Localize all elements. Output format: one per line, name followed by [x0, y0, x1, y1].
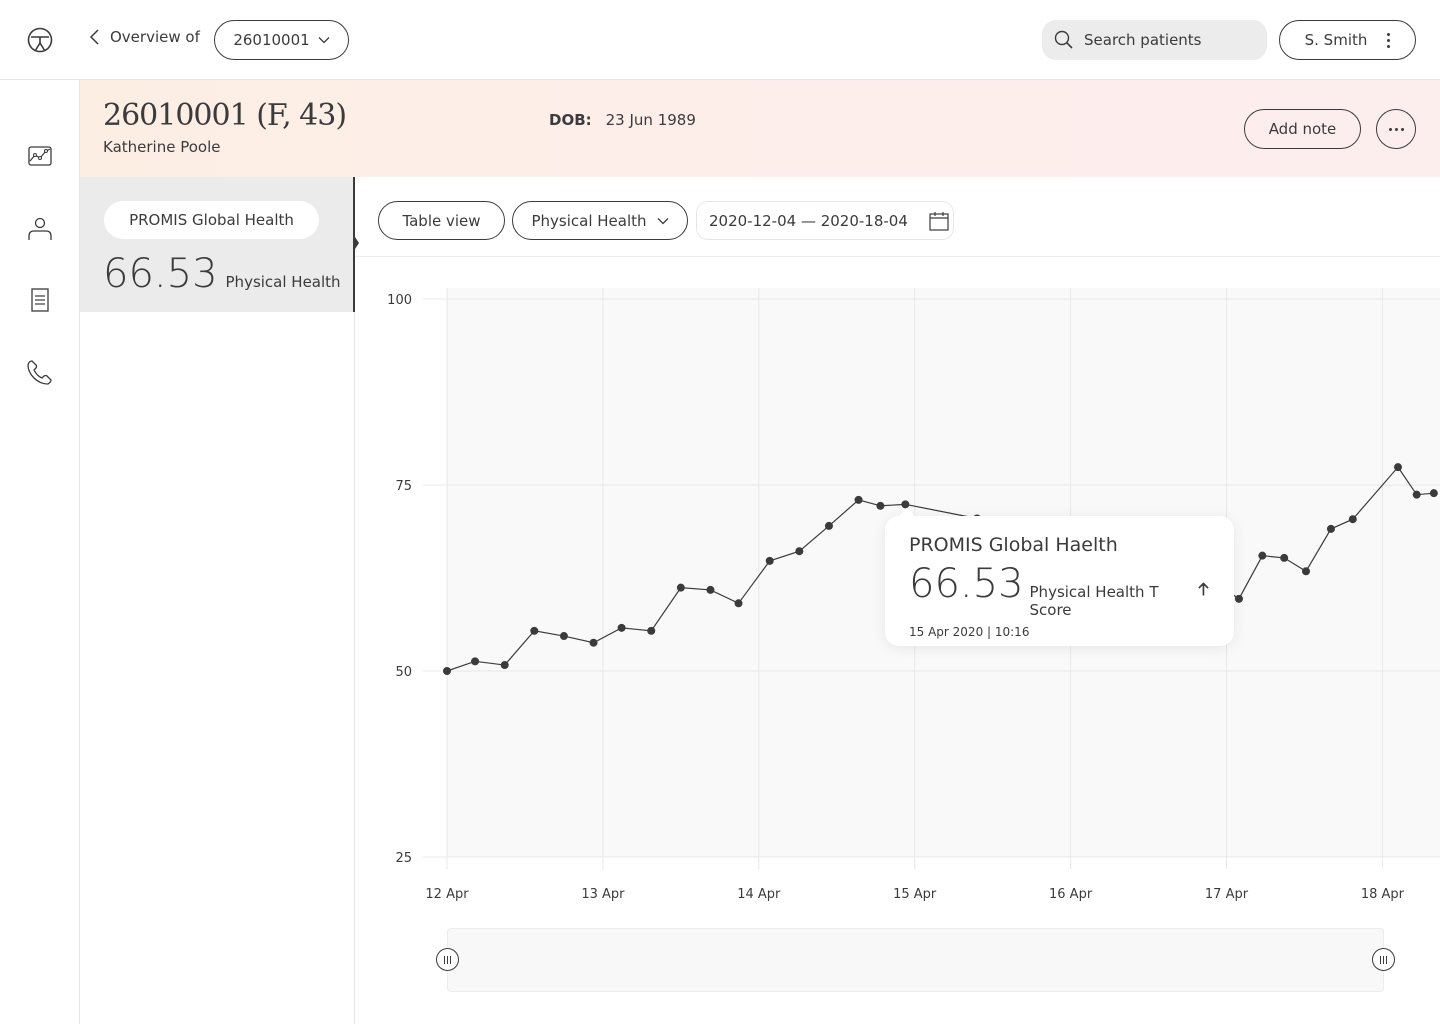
data-point [559, 632, 568, 641]
patient-id-select-value: 26010001 [233, 31, 310, 49]
data-point [734, 599, 743, 608]
date-range-slider-track[interactable] [447, 928, 1384, 992]
data-point [1412, 490, 1421, 499]
calendar-icon[interactable] [928, 210, 950, 232]
chart-tooltip: PROMIS Global Haelth 66.53 Physical Heal… [885, 508, 1234, 646]
x-tick-label: 12 Apr [425, 887, 469, 902]
x-tick-label: 15 Apr [893, 887, 937, 902]
logo-icon[interactable] [27, 27, 53, 53]
data-point [676, 583, 685, 592]
data-point [647, 626, 656, 635]
data-point [824, 521, 833, 530]
tooltip-label: Physical Health T Score [1029, 583, 1159, 619]
chevron-left-icon [89, 29, 99, 45]
data-point [765, 556, 774, 565]
phone-icon[interactable] [26, 358, 54, 386]
side-navigation [0, 80, 80, 1024]
document-icon[interactable] [26, 286, 54, 314]
data-point [443, 667, 451, 675]
search-box[interactable] [1042, 20, 1267, 60]
table-view-button[interactable]: Table view [378, 201, 505, 240]
y-tick-label: 50 [395, 665, 412, 680]
metric-select-value: Physical Health [531, 211, 647, 230]
data-point [1258, 551, 1267, 560]
data-point [1302, 567, 1311, 576]
chart-toolbar: Table view Physical Health 2020-12-04 — … [355, 177, 1440, 257]
y-tick-label: 25 [395, 851, 412, 866]
data-point [471, 657, 480, 666]
y-tick-label: 75 [395, 479, 412, 494]
data-point [1348, 515, 1357, 524]
patient-title: 26010001 (F, 43) [103, 98, 347, 133]
dob-value: 23 Jun 1989 [605, 111, 696, 129]
data-point [589, 638, 598, 647]
more-horizontal-icon [1388, 127, 1404, 131]
score-value: 66.53 [103, 251, 218, 297]
questionnaire-panel: PROMIS Global Health 66.53 Physical Heal… [80, 177, 359, 1024]
data-point [706, 585, 715, 594]
data-point [500, 661, 509, 670]
arrow-up-icon [1198, 582, 1209, 596]
data-point [854, 495, 863, 504]
x-tick-label: 16 Apr [1049, 887, 1093, 902]
tooltip-title: PROMIS Global Haelth [909, 534, 1118, 556]
more-options-button[interactable] [1376, 109, 1416, 149]
data-point [1393, 463, 1402, 472]
chevron-down-icon [318, 37, 330, 44]
data-point [876, 501, 885, 510]
patient-name: Katherine Poole [103, 138, 221, 156]
date-range-value: 2020-12-04 — 2020-18-04 [709, 211, 908, 230]
range-start-handle[interactable] [436, 948, 459, 971]
data-point [1280, 553, 1289, 562]
dob-field: DOB: 23 Jun 1989 [549, 111, 696, 129]
x-tick-label: 17 Apr [1205, 887, 1249, 902]
patient-header: 26010001 (F, 43) Katherine Poole DOB: 23… [80, 80, 1440, 177]
data-point [530, 626, 539, 635]
x-tick-label: 13 Apr [581, 887, 625, 902]
add-note-button[interactable]: Add note [1244, 109, 1361, 149]
data-point [1234, 594, 1243, 603]
tooltip-datetime: 15 Apr 2020 | 10:16 [909, 625, 1030, 639]
user-menu-button[interactable]: S. Smith [1279, 20, 1416, 60]
top-bar: Overview of 26010001 S. Smith [0, 0, 1440, 80]
person-icon[interactable] [26, 215, 54, 243]
questionnaire-tag: PROMIS Global Health [104, 201, 319, 239]
dob-label: DOB: [549, 111, 592, 129]
y-tick-label: 100 [387, 293, 412, 308]
chevron-down-icon [657, 217, 668, 224]
patient-id-select[interactable]: 26010001 [214, 20, 349, 60]
score-summary: 66.53 Physical Health [103, 251, 341, 297]
date-range-picker[interactable]: 2020-12-04 — 2020-18-04 [696, 201, 954, 240]
data-point [1326, 524, 1335, 533]
kebab-menu-icon [1387, 32, 1391, 48]
metric-select[interactable]: Physical Health [512, 201, 688, 240]
data-point [795, 547, 804, 556]
x-tick-label: 18 Apr [1361, 887, 1405, 902]
data-point [1429, 489, 1438, 498]
data-point [617, 623, 626, 632]
tooltip-value: 66.53 [909, 561, 1024, 607]
search-input[interactable] [1084, 31, 1254, 49]
back-link-label: Overview of [110, 28, 200, 46]
search-icon [1054, 30, 1073, 49]
user-name: S. Smith [1304, 31, 1368, 49]
questionnaire-card[interactable]: PROMIS Global Health 66.53 Physical Heal… [80, 177, 359, 312]
chart-icon[interactable] [26, 142, 54, 170]
score-label: Physical Health [225, 273, 341, 291]
range-end-handle[interactable] [1372, 948, 1395, 971]
back-link[interactable]: Overview of [88, 28, 200, 46]
x-tick-label: 14 Apr [737, 887, 781, 902]
